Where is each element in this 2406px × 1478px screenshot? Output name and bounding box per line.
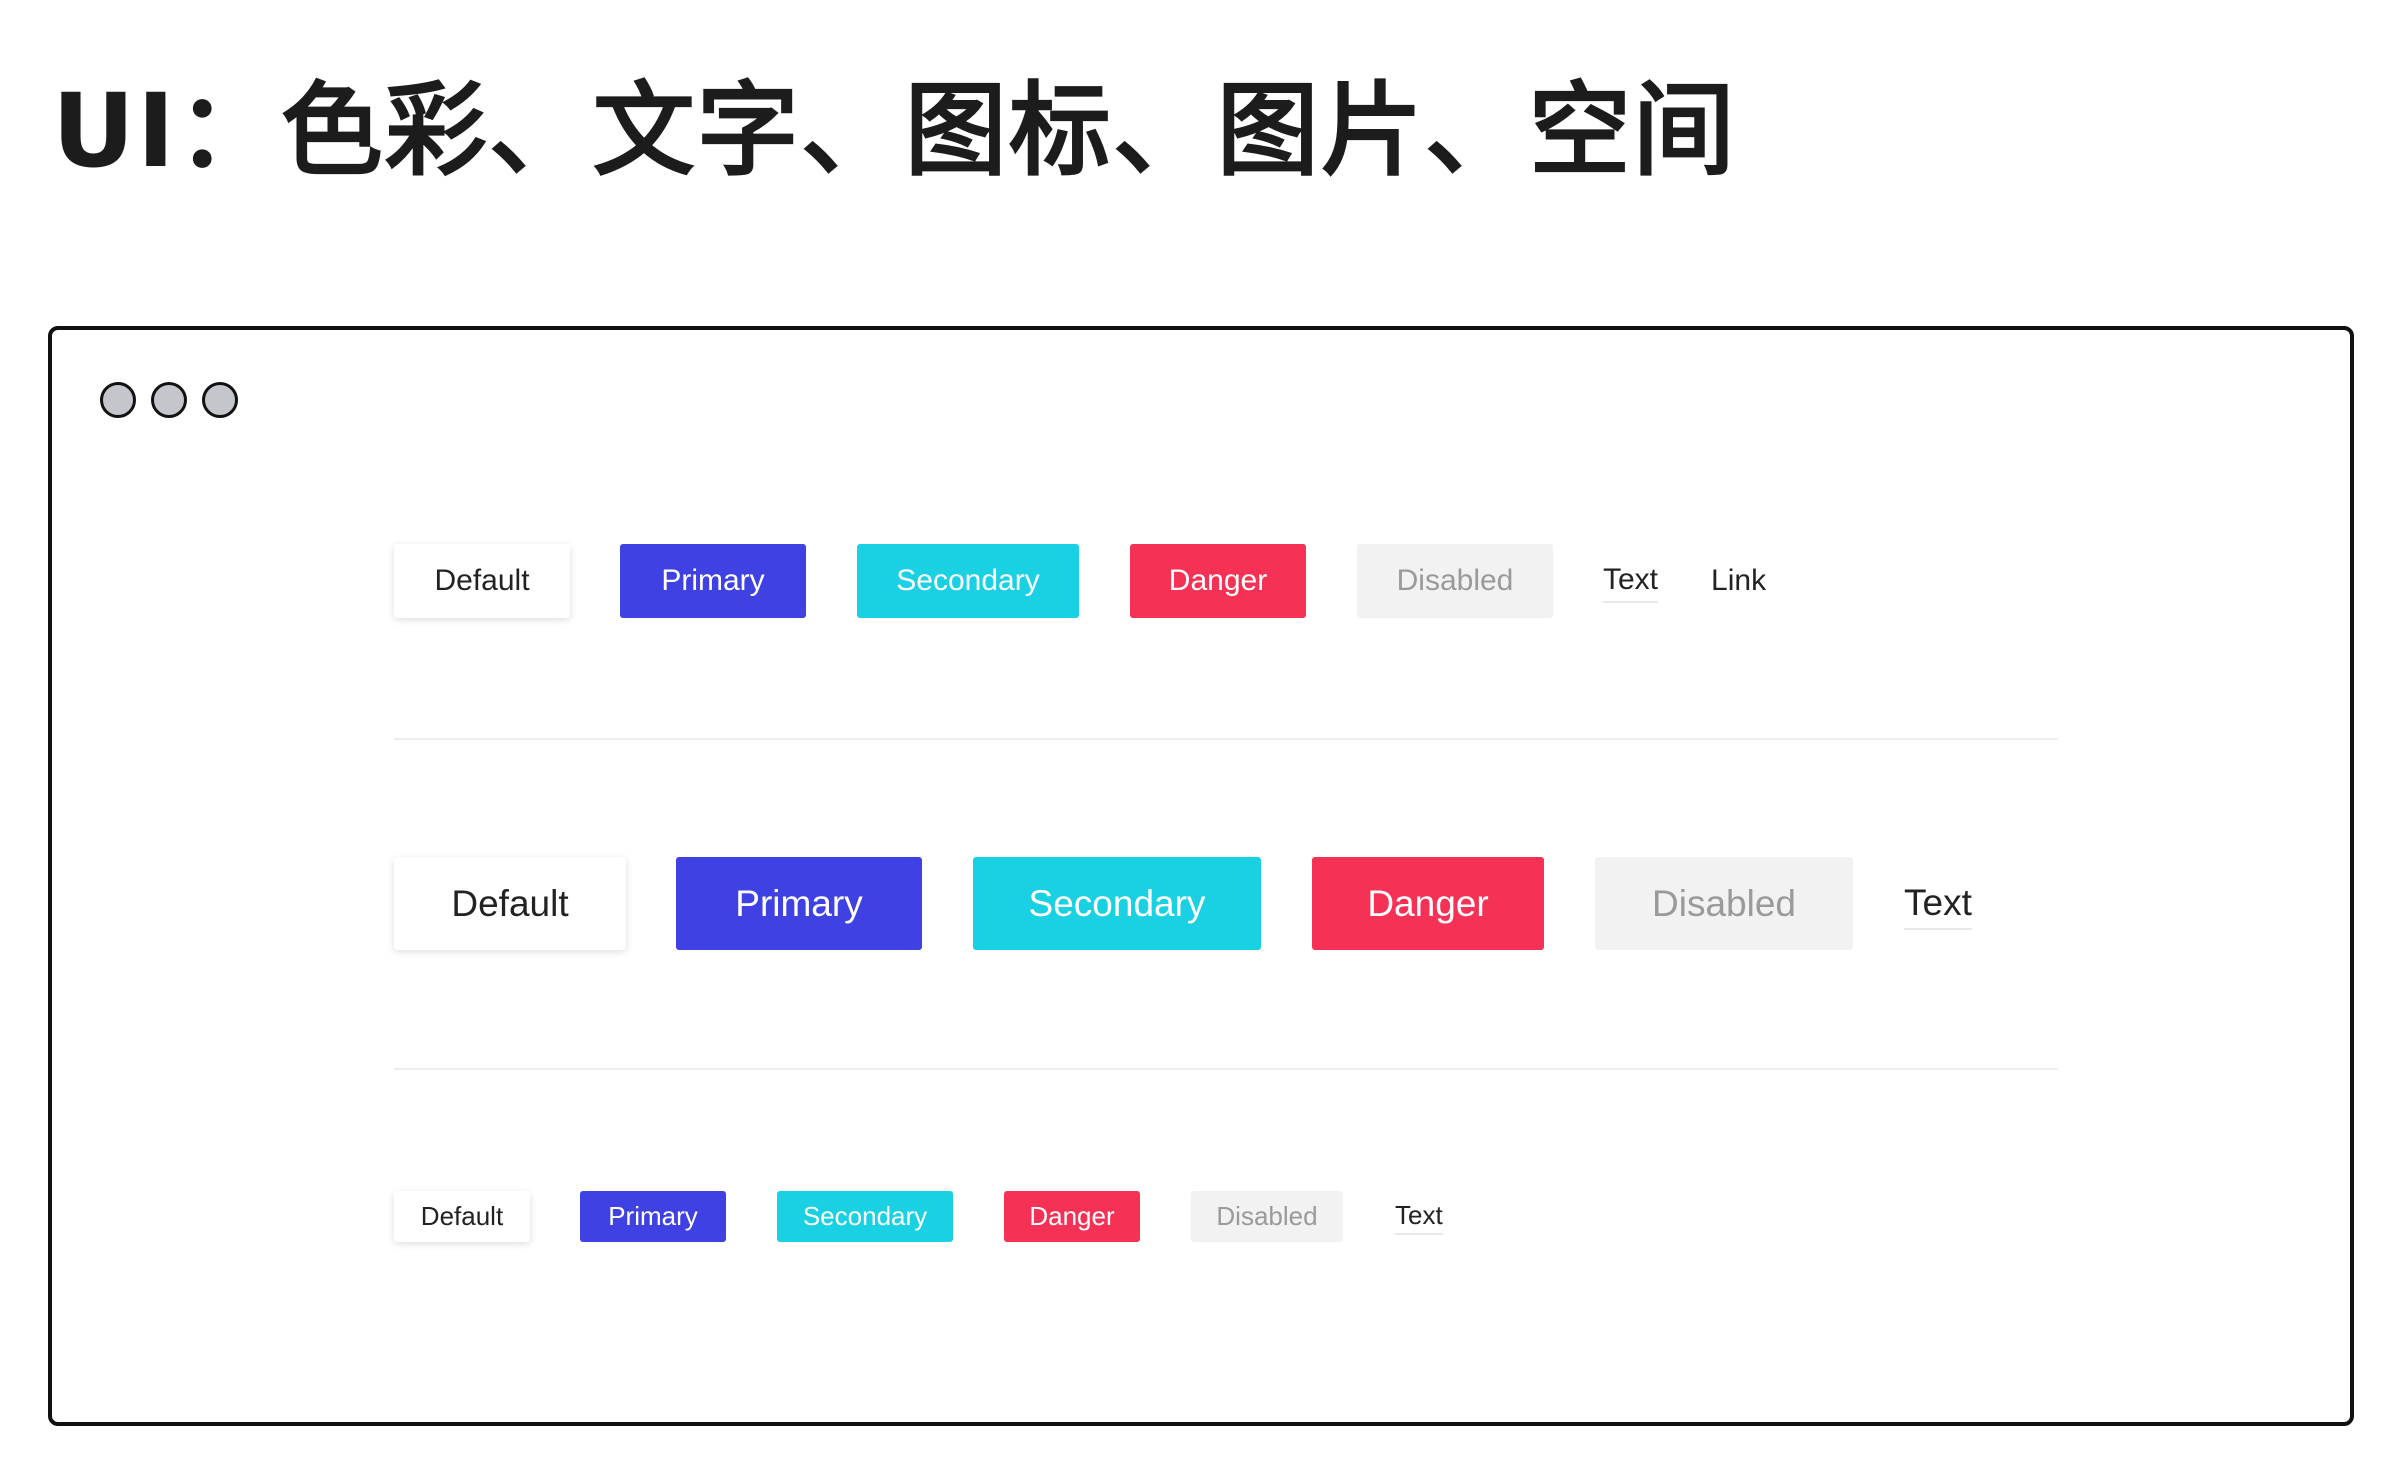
window-dot-minimize[interactable] [151, 382, 187, 418]
primary-button-medium[interactable]: Primary [620, 544, 806, 618]
disabled-button-medium: Disabled [1357, 544, 1553, 618]
button-row-large: Default Primary Secondary Danger Disable… [394, 857, 1972, 950]
text-button-large[interactable]: Text [1904, 878, 1972, 930]
secondary-button-large[interactable]: Secondary [973, 857, 1261, 950]
danger-button-small[interactable]: Danger [1004, 1191, 1140, 1242]
primary-button-small[interactable]: Primary [580, 1191, 726, 1242]
row-divider [394, 738, 2058, 740]
text-button-medium[interactable]: Text [1603, 559, 1659, 603]
danger-button-large[interactable]: Danger [1312, 857, 1544, 950]
text-button-small[interactable]: Text [1395, 1199, 1443, 1235]
secondary-button-medium[interactable]: Secondary [857, 544, 1079, 618]
browser-window: Default Primary Secondary Danger Disable… [48, 326, 2354, 1426]
window-dot-maximize[interactable] [202, 382, 238, 418]
danger-button-medium[interactable]: Danger [1130, 544, 1306, 618]
window-dot-close[interactable] [100, 382, 136, 418]
window-controls [100, 382, 238, 418]
disabled-button-small: Disabled [1191, 1191, 1343, 1242]
default-button-medium[interactable]: Default [394, 544, 570, 618]
secondary-button-small[interactable]: Secondary [777, 1191, 953, 1242]
default-button-large[interactable]: Default [394, 857, 626, 950]
disabled-button-large: Disabled [1595, 857, 1853, 950]
button-row-medium: Default Primary Secondary Danger Disable… [394, 544, 1766, 618]
primary-button-large[interactable]: Primary [676, 857, 922, 950]
row-divider [394, 1068, 2058, 1070]
button-row-small: Default Primary Secondary Danger Disable… [394, 1191, 1443, 1242]
page-title: UI：色彩、文字、图标、图片、空间 [52, 72, 1737, 191]
default-button-small[interactable]: Default [394, 1191, 530, 1242]
link-button-medium[interactable]: Link [1711, 559, 1766, 603]
